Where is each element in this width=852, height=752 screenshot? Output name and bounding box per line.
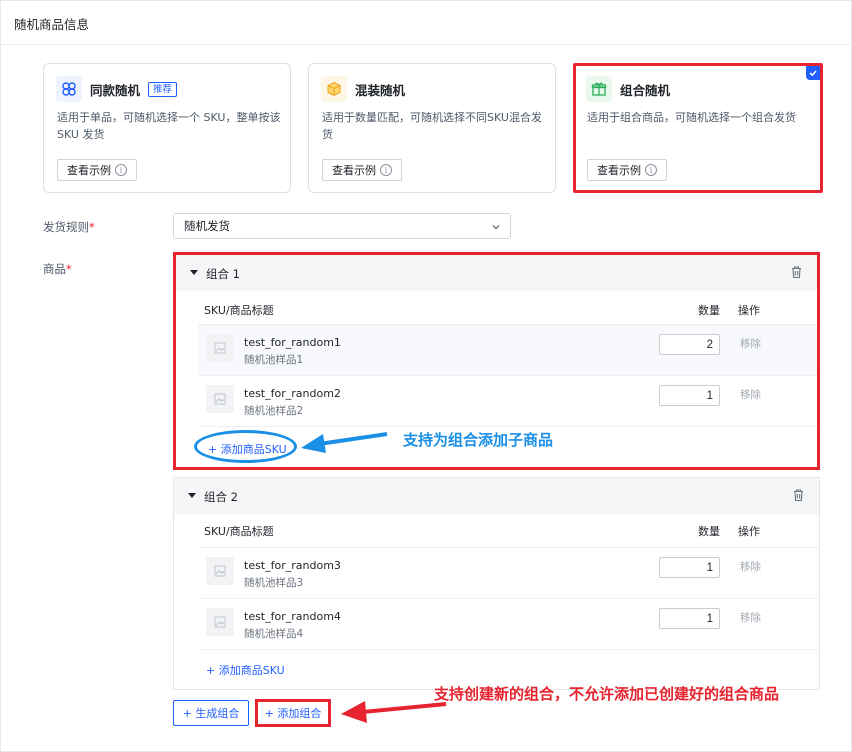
- col-header-action: 操作: [738, 525, 760, 538]
- sku-sub: 随机池样品4: [244, 628, 304, 640]
- table-row: test_for_random1 随机池样品1 移除: [198, 324, 817, 375]
- card-desc: 适用于组合商品，可随机选择一个组合发货: [587, 111, 796, 124]
- row-divider: [198, 426, 817, 427]
- add-sku-button[interactable]: + 添加商品SKU: [206, 662, 285, 678]
- remove-link[interactable]: 移除: [740, 387, 761, 402]
- table-row: test_for_random4 随机池样品4 移除: [198, 598, 819, 649]
- info-icon: i: [115, 164, 127, 176]
- sku-sub: 随机池样品1: [244, 354, 304, 366]
- page-container: 随机商品信息 同款随机 推荐 适用于单品，可随机选择一个 SKU，整单按该 SK…: [0, 0, 852, 752]
- annotation-blue: 支持为组合添加子商品: [403, 431, 554, 449]
- card-name: 组合随机: [620, 82, 671, 98]
- mode-card-mixed[interactable]: 混装随机 适用于数量匹配，可随机选择不同SKU混合发货 查看示例 i: [308, 63, 556, 193]
- group-header[interactable]: 组合 2: [174, 478, 819, 514]
- remove-link[interactable]: 移除: [740, 336, 761, 351]
- sku-sub: 随机池样品2: [244, 405, 304, 417]
- select-value: 随机发货: [184, 219, 230, 233]
- generate-combo-button[interactable]: + 生成组合: [173, 700, 249, 726]
- divider: [1, 44, 851, 45]
- sku-name: test_for_random2: [244, 387, 341, 400]
- quantity-input[interactable]: [659, 334, 720, 355]
- nodes-icon: [56, 76, 82, 102]
- group-title: 组合 2: [204, 490, 238, 504]
- required-mark: *: [66, 262, 72, 276]
- image-placeholder-icon: [206, 334, 234, 362]
- caret-down-icon[interactable]: [190, 270, 198, 275]
- group-title: 组合 1: [206, 267, 240, 281]
- recommend-badge: 推荐: [148, 81, 178, 97]
- col-header-title: SKU/商品标题: [204, 525, 274, 538]
- card-desc: 适用于数量匹配，可随机选择不同SKU混合发货: [322, 111, 542, 141]
- ship-rule-select[interactable]: 随机发货: [173, 213, 511, 239]
- remove-link[interactable]: 移除: [740, 559, 761, 574]
- button-label: 查看示例: [67, 164, 111, 177]
- group-header[interactable]: 组合 1: [176, 255, 817, 291]
- mode-card-combo[interactable]: 组合随机 适用于组合商品，可随机选择一个组合发货 查看示例 i: [573, 63, 823, 193]
- col-header-qty: 数量: [698, 304, 720, 317]
- card-name: 混装随机: [355, 82, 406, 98]
- card-name: 同款随机: [90, 82, 141, 98]
- view-example-button[interactable]: 查看示例 i: [322, 159, 402, 181]
- mode-card-same[interactable]: 同款随机 推荐 适用于单品，可随机选择一个 SKU，整单按该 SKU 发货 查看…: [43, 63, 291, 193]
- remove-link[interactable]: 移除: [740, 610, 761, 625]
- combo-group-2: 组合 2 SKU/商品标题 数量 操作 test_for_random3 随机池…: [173, 477, 820, 690]
- view-example-button[interactable]: 查看示例 i: [57, 159, 137, 181]
- table-row: test_for_random3 随机池样品3 移除: [198, 547, 819, 598]
- label-text: 发货规则: [43, 220, 89, 234]
- highlight-ellipse: [194, 430, 297, 463]
- row-divider: [198, 649, 819, 650]
- product-label: 商品*: [43, 261, 72, 277]
- sku-sub: 随机池样品3: [244, 577, 304, 589]
- annotation-red: 支持创建新的组合，不允许添加已创建好的组合商品: [434, 685, 780, 703]
- check-icon: [806, 66, 820, 80]
- quantity-input[interactable]: [659, 608, 720, 629]
- sku-name: test_for_random3: [244, 559, 341, 572]
- trash-icon[interactable]: [790, 265, 803, 279]
- trash-icon[interactable]: [792, 488, 805, 502]
- caret-down-icon[interactable]: [188, 493, 196, 498]
- box-icon: [321, 76, 347, 102]
- card-header: 同款随机 推荐: [56, 76, 178, 102]
- required-mark: *: [89, 220, 95, 234]
- image-placeholder-icon: [206, 557, 234, 585]
- view-example-button[interactable]: 查看示例 i: [587, 159, 667, 181]
- page-title: 随机商品信息: [14, 17, 90, 32]
- card-desc: 适用于单品，可随机选择一个 SKU，整单按该 SKU 发货: [57, 111, 281, 141]
- quantity-input[interactable]: [659, 385, 720, 406]
- gift-icon: [586, 76, 612, 102]
- label-text: 商品: [43, 262, 66, 276]
- sku-name: test_for_random4: [244, 610, 341, 623]
- card-header: 混装随机: [321, 76, 405, 102]
- info-icon: i: [645, 164, 657, 176]
- button-label: 查看示例: [597, 164, 641, 177]
- card-header: 组合随机: [586, 76, 670, 102]
- red-arrow: [341, 701, 447, 723]
- info-icon: i: [380, 164, 392, 176]
- image-placeholder-icon: [206, 385, 234, 413]
- image-placeholder-icon: [206, 608, 234, 636]
- chevron-down-icon: [492, 225, 500, 230]
- col-header-action: 操作: [738, 304, 760, 317]
- button-label: 查看示例: [332, 164, 376, 177]
- col-header-qty: 数量: [698, 525, 720, 538]
- ship-rule-label: 发货规则*: [43, 219, 95, 235]
- add-combo-button[interactable]: + 添加组合: [255, 699, 331, 727]
- quantity-input[interactable]: [659, 557, 720, 578]
- table-row: test_for_random2 随机池样品2 移除: [198, 375, 817, 426]
- col-header-title: SKU/商品标题: [204, 304, 274, 317]
- sku-name: test_for_random1: [244, 336, 341, 349]
